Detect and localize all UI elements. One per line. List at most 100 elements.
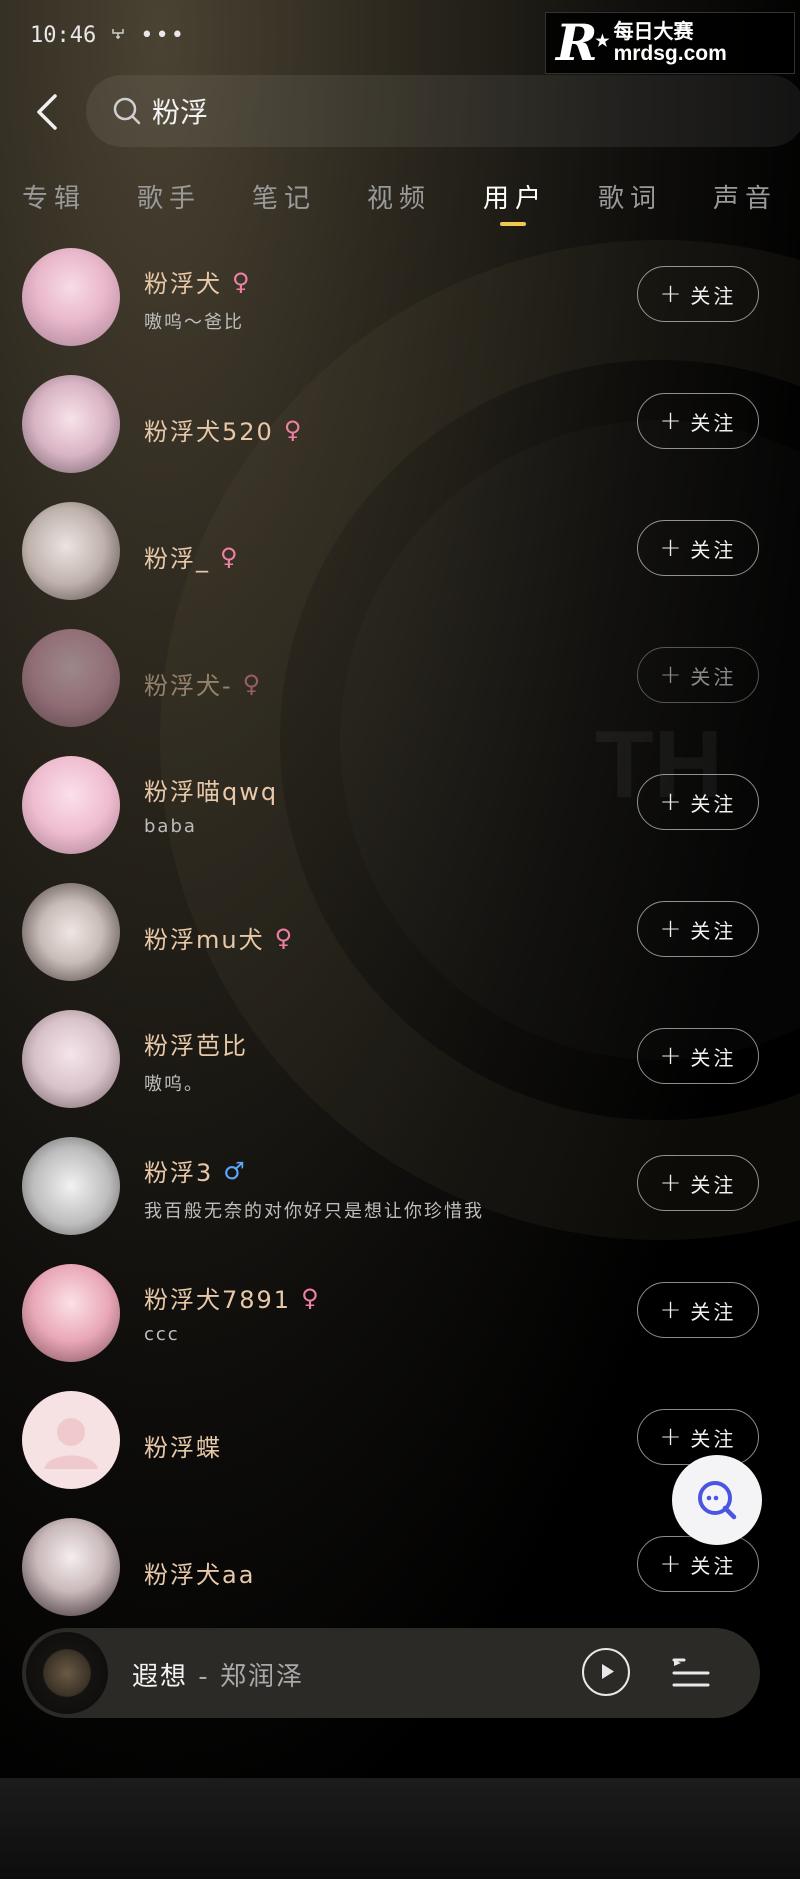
avatar[interactable] [22, 502, 120, 600]
more-notifications-icon: ••• [140, 22, 186, 48]
active-tab-indicator [500, 222, 526, 226]
user-name: 粉浮mu犬 ♀ [144, 923, 295, 955]
user-name: 粉浮犬- ♀ [144, 669, 263, 701]
avatar[interactable] [22, 1137, 120, 1235]
male-icon: ♂ [223, 1156, 247, 1185]
user-row[interactable]: 粉浮3 ♂ 我百般无奈的对你好只是想让你珍惜我 + 关注 [0, 1137, 800, 1264]
user-name: 粉浮3 ♂ [144, 1156, 247, 1188]
user-row[interactable]: 粉浮犬7891 ♀ ccc + 关注 [0, 1264, 800, 1391]
plus-icon: + [659, 914, 685, 944]
user-name: 粉浮犬 ♀ [144, 267, 252, 299]
female-icon: ♀ [220, 542, 240, 571]
tab-video[interactable]: 视频 [367, 178, 431, 215]
female-icon: ♀ [274, 923, 295, 952]
plus-icon: + [659, 533, 685, 563]
avatar[interactable] [22, 1264, 120, 1362]
default-avatar[interactable] [22, 1391, 120, 1489]
follow-button[interactable]: + 关注 [637, 520, 759, 576]
search-input[interactable]: 粉浮 [86, 75, 800, 147]
follow-button[interactable]: + 关注 [637, 1282, 759, 1338]
avatar[interactable] [22, 629, 120, 727]
search-query: 粉浮 [152, 96, 209, 129]
follow-button[interactable]: + 关注 [637, 1536, 759, 1592]
plus-icon: + [659, 1295, 685, 1325]
chevron-left-icon [37, 94, 57, 130]
avatar[interactable] [22, 883, 120, 981]
user-row[interactable]: 粉浮芭比 嗷呜。 + 关注 [0, 1010, 800, 1137]
user-row[interactable]: 粉浮犬- ♀ + 关注 [0, 629, 800, 756]
play-button[interactable] [582, 1648, 630, 1696]
avatar[interactable] [22, 375, 120, 473]
chat-search-icon [698, 1481, 737, 1520]
female-icon: ♀ [242, 669, 263, 698]
user-signature: 嗷呜。 [144, 1074, 204, 1095]
user-row[interactable]: 粉浮犬aa + 关注 [0, 1518, 800, 1645]
user-name: 粉浮犬7891 ♀ [144, 1283, 321, 1315]
song-separator: - [188, 1662, 220, 1692]
play-icon [602, 1664, 614, 1679]
user-name: 粉浮犬aa [144, 1561, 256, 1589]
tab-artist[interactable]: 歌手 [137, 178, 201, 215]
female-icon: ♀ [301, 1283, 321, 1312]
user-signature: baba [144, 816, 197, 837]
tab-sound[interactable]: 声音 [713, 178, 777, 215]
usb-icon [110, 25, 126, 45]
plus-icon: + [659, 1168, 685, 1198]
status-time: 10:46 [30, 22, 97, 48]
tab-lyrics[interactable]: 歌词 [598, 178, 662, 215]
bottom-navigation-area [0, 1778, 800, 1879]
status-bar: 10:46 ••• [30, 18, 186, 52]
user-row[interactable]: 粉浮犬 ♀ 嗷呜～爸比 + 关注 [0, 248, 800, 375]
back-button[interactable] [26, 90, 66, 134]
avatar[interactable] [22, 248, 120, 346]
result-tabs: 专辑 歌手 笔记 视频 用户 歌词 声音 [0, 178, 800, 228]
person-icon [44, 1418, 98, 1469]
follow-button[interactable]: + 关注 [637, 1028, 759, 1084]
user-name: 粉浮犬520 ♀ [144, 415, 304, 447]
follow-button[interactable]: + 关注 [637, 1155, 759, 1211]
user-signature: 我百般无奈的对你好只是想让你珍惜我 [144, 1201, 484, 1222]
plus-icon: + [659, 1041, 685, 1071]
plus-icon: + [659, 787, 685, 817]
female-icon: ♀ [232, 267, 252, 296]
user-row[interactable]: 粉浮犬520 ♀ + 关注 [0, 375, 800, 502]
song-title: 遐想 [132, 1662, 189, 1692]
follow-button[interactable]: + 关注 [637, 266, 759, 322]
plus-icon: + [659, 660, 685, 690]
avatar[interactable] [22, 1010, 120, 1108]
user-signature: 嗷呜～爸比 [144, 312, 244, 333]
album-cover[interactable] [26, 1632, 108, 1714]
watermark-logo: R ★ 每日大赛 mrdsg.com [545, 12, 795, 74]
floating-search-button[interactable] [672, 1455, 762, 1545]
avatar[interactable] [22, 756, 120, 854]
mini-player[interactable]: 遐想 - 郑润泽 [22, 1628, 760, 1718]
follow-button[interactable]: + 关注 [637, 647, 759, 703]
user-name: 粉浮喵qwq [144, 778, 279, 806]
user-row[interactable]: 粉浮mu犬 ♀ + 关注 [0, 883, 800, 1010]
tab-users[interactable]: 用户 [483, 178, 547, 215]
watermark-logo-url: mrdsg.com [613, 42, 727, 65]
tab-album[interactable]: 专辑 [22, 178, 86, 215]
follow-button[interactable]: + 关注 [637, 774, 759, 830]
follow-button[interactable]: + 关注 [637, 901, 759, 957]
plus-icon: + [659, 1549, 685, 1579]
plus-icon: + [659, 406, 685, 436]
playlist-button[interactable] [670, 1652, 712, 1694]
playlist-icon [672, 1658, 710, 1687]
female-icon: ♀ [283, 415, 304, 444]
follow-button[interactable]: + 关注 [637, 1409, 759, 1465]
follow-button[interactable]: + 关注 [637, 393, 759, 449]
user-row[interactable]: 粉浮_ ♀ + 关注 [0, 502, 800, 629]
avatar[interactable] [22, 1518, 120, 1616]
now-playing-title: 遐想 - 郑润泽 [132, 1656, 304, 1693]
plus-icon: + [659, 1422, 685, 1452]
user-name: 粉浮芭比 [144, 1032, 248, 1060]
user-signature: ccc [144, 1324, 180, 1345]
user-name: 粉浮蝶 [144, 1434, 222, 1462]
plus-icon: + [659, 279, 685, 309]
song-artist: 郑润泽 [219, 1662, 304, 1692]
search-icon [113, 97, 141, 125]
watermark-logo-text: 每日大赛 [613, 19, 694, 43]
tab-notes[interactable]: 笔记 [252, 178, 316, 215]
user-row[interactable]: 粉浮喵qwq baba + 关注 [0, 756, 800, 883]
